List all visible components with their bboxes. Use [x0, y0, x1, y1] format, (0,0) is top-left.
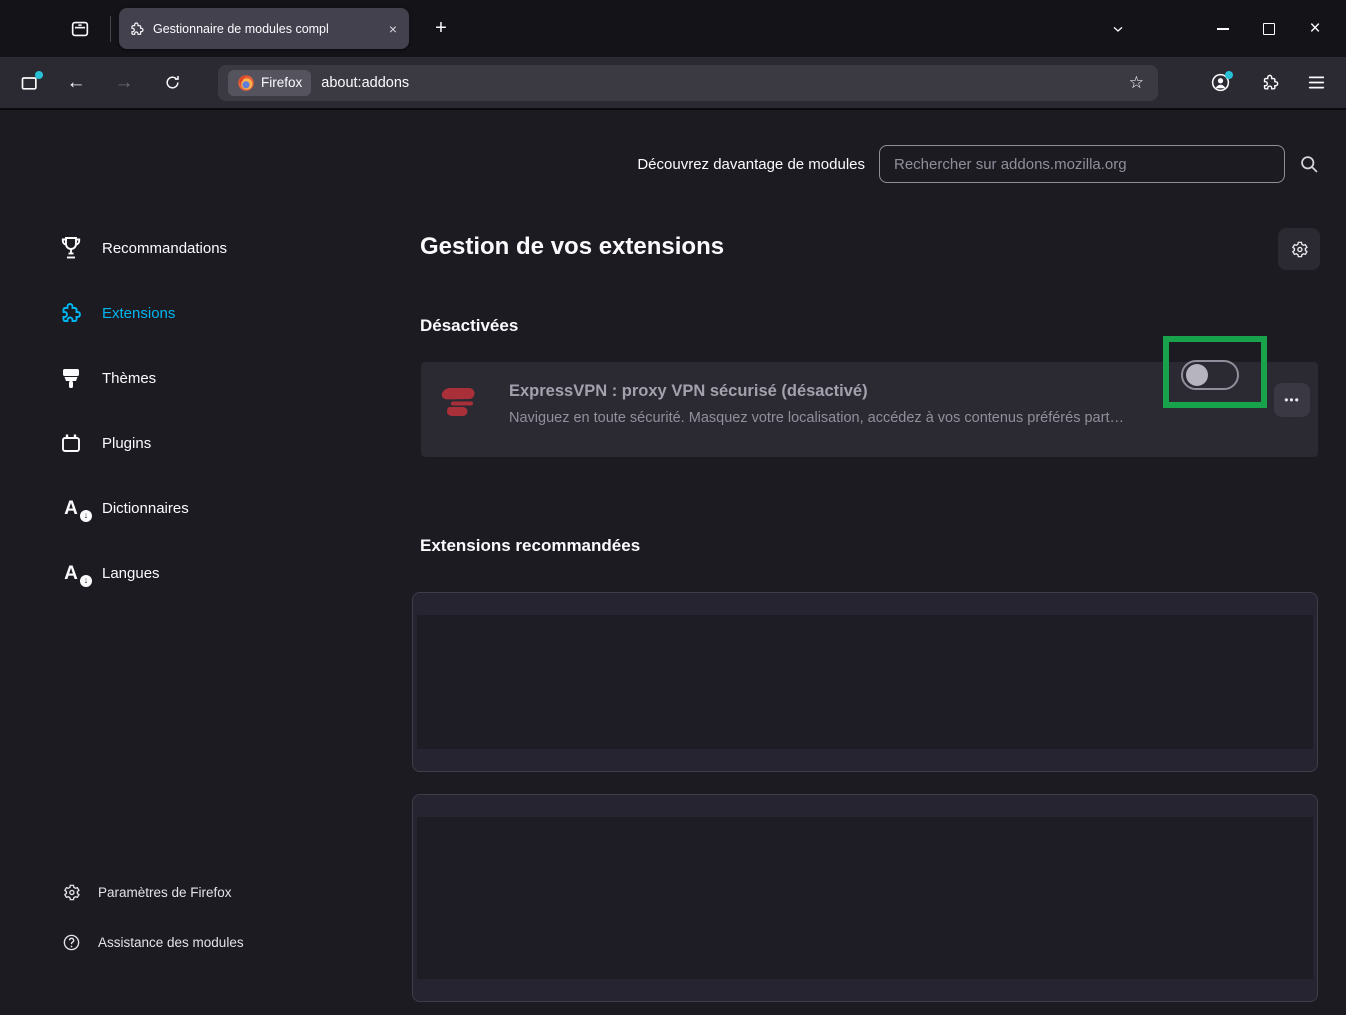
tab-bar: Gestionnaire de modules compl × + × — [0, 0, 1346, 57]
notification-dot — [35, 71, 43, 79]
sidebar-item-label: Plugins — [102, 435, 151, 452]
bookmark-star-icon[interactable]: ☆ — [1125, 71, 1148, 95]
sidebar-item-label: Recommandations — [102, 240, 227, 257]
addons-support-link[interactable]: Assistance des modules — [62, 926, 244, 958]
identity-chip[interactable]: Firefox — [228, 70, 311, 96]
tools-for-all-addons-button[interactable] — [1278, 228, 1320, 270]
dictionary-download-icon: A↓ — [58, 499, 84, 518]
firefox-settings-link[interactable]: Paramètres de Firefox — [62, 876, 244, 908]
addons-search-input[interactable] — [879, 145, 1285, 183]
chevron-down-icon — [1110, 21, 1126, 37]
recommended-addon-card-placeholder — [412, 794, 1318, 1002]
sidebar-item-plugins[interactable]: Plugins — [58, 423, 227, 463]
gear-icon — [62, 883, 81, 902]
window-notification-button[interactable] — [12, 66, 48, 100]
firefox-logo-icon — [237, 74, 255, 92]
sidebar-footer: Paramètres de Firefox Assistance des mod… — [62, 876, 244, 958]
identity-chip-label: Firefox — [261, 75, 302, 90]
sidebar-item-label: Thèmes — [102, 370, 156, 387]
recommended-addon-card-placeholder — [412, 592, 1318, 772]
sidebar-item-recommandations[interactable]: Recommandations — [58, 228, 227, 268]
addons-search-header: Découvrez davantage de modules — [637, 144, 1320, 184]
gear-icon — [1290, 240, 1309, 259]
back-button[interactable]: ← — [58, 66, 94, 100]
footer-item-label: Assistance des modules — [98, 935, 244, 950]
language-download-icon: A↓ — [58, 564, 84, 583]
new-tab-button[interactable]: + — [423, 11, 459, 47]
url-text[interactable]: about:addons — [321, 75, 1114, 91]
maximize-button[interactable] — [1246, 11, 1292, 47]
trophy-icon — [58, 235, 84, 261]
menu-button[interactable] — [1298, 66, 1334, 100]
addon-info: ExpressVPN : proxy VPN sécurisé (désacti… — [509, 382, 1124, 426]
addons-sidebar: Recommandations Extensions Thèmes — [58, 228, 227, 593]
url-bar[interactable]: Firefox about:addons ☆ — [218, 65, 1158, 101]
discover-label: Découvrez davantage de modules — [637, 156, 865, 173]
sidebar-item-languages[interactable]: A↓ Langues — [58, 553, 227, 593]
puzzle-icon — [1261, 73, 1280, 92]
help-icon — [62, 933, 81, 952]
forward-button: → — [106, 66, 142, 100]
account-button[interactable] — [1202, 66, 1238, 100]
search-submit-button[interactable] — [1299, 154, 1320, 175]
hamburger-icon — [1308, 75, 1325, 90]
minimize-icon — [1217, 28, 1229, 30]
toggle-knob — [1186, 364, 1208, 386]
reload-icon — [164, 74, 181, 91]
tab-title: Gestionnaire de modules compl — [153, 22, 377, 36]
sidebar-item-themes[interactable]: Thèmes — [58, 358, 227, 398]
addon-more-options-button[interactable]: ••• — [1274, 383, 1310, 417]
close-window-button[interactable]: × — [1292, 11, 1338, 47]
sidebar-item-extensions[interactable]: Extensions — [58, 293, 227, 333]
addon-enable-toggle[interactable] — [1181, 360, 1239, 390]
sidebar-item-label: Langues — [102, 565, 160, 582]
reload-button[interactable] — [154, 66, 190, 100]
plugin-icon — [58, 431, 84, 455]
list-all-tabs-button[interactable] — [1100, 11, 1136, 47]
maximize-icon — [1263, 23, 1275, 35]
addon-name[interactable]: ExpressVPN : proxy VPN sécurisé (désacti… — [509, 382, 1124, 401]
page-title: Gestion de vos extensions — [420, 233, 724, 261]
navigation-toolbar: ← → Firefox — [0, 57, 1346, 110]
sidebar-item-dictionaries[interactable]: A↓ Dictionnaires — [58, 488, 227, 528]
card-placeholder-body — [417, 615, 1313, 749]
puzzle-icon — [58, 301, 84, 325]
disabled-section-title: Désactivées — [420, 316, 518, 336]
puzzle-icon — [129, 21, 145, 37]
addon-description: Naviguez en toute sécurité. Masquez votr… — [509, 410, 1124, 426]
browser-window: Gestionnaire de modules compl × + × — [0, 0, 1346, 1015]
expressvpn-logo-icon — [439, 384, 479, 420]
card-placeholder-body — [417, 817, 1313, 979]
search-icon — [1299, 154, 1320, 175]
tab-close-icon[interactable]: × — [385, 20, 401, 38]
firefox-view-icon — [69, 18, 91, 40]
extensions-toolbar-button[interactable] — [1252, 66, 1288, 100]
account-notification-dot — [1225, 71, 1233, 79]
recommended-section-title: Extensions recommandées — [420, 536, 640, 556]
paintbrush-icon — [58, 366, 84, 390]
firefox-view-button[interactable] — [62, 11, 98, 47]
sidebar-item-label: Dictionnaires — [102, 500, 189, 517]
sidebar-item-label: Extensions — [102, 305, 175, 322]
minimize-button[interactable] — [1200, 11, 1246, 47]
tab-addons-manager[interactable]: Gestionnaire de modules compl × — [119, 8, 409, 49]
tab-separator — [110, 16, 111, 42]
footer-item-label: Paramètres de Firefox — [98, 885, 232, 900]
